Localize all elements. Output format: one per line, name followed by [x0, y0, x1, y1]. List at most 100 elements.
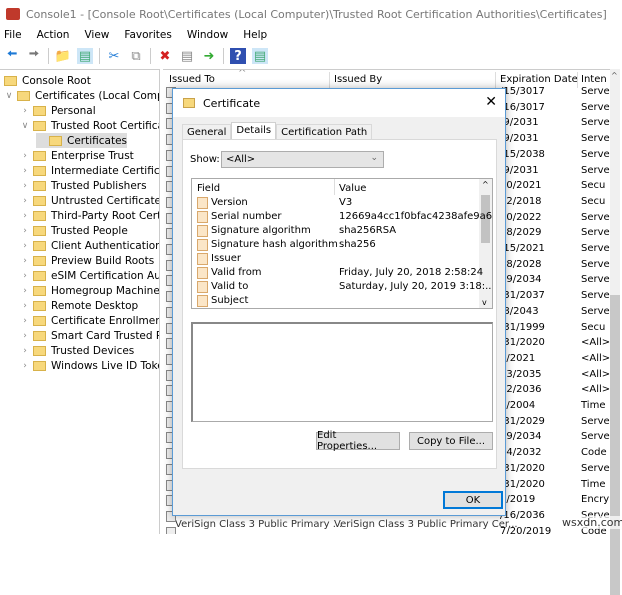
edit-properties-button[interactable]: Edit Properties...	[316, 430, 400, 452]
chevron-right-icon[interactable]: ›	[20, 196, 30, 206]
expiration-date-cell: /31/2037	[500, 290, 545, 302]
tree-item[interactable]: › Intermediate Certification Authorities	[20, 163, 159, 178]
tree-item[interactable]: › Personal	[20, 103, 95, 118]
field-row[interactable]: Valid from Friday, July 20, 2018 2:58:24	[197, 266, 483, 280]
tree-item[interactable]: › Untrusted Certificates	[20, 193, 159, 208]
tree-item[interactable]: Certificates	[36, 133, 128, 148]
tree-item[interactable]: ∨ Certificates (Local Computer)	[4, 88, 159, 103]
tree-item[interactable]: › Trusted Devices	[20, 343, 134, 358]
chevron-right-icon[interactable]: ›	[20, 256, 30, 266]
table-row[interactable]: 7/20/2019 Code	[163, 525, 610, 534]
chevron-right-icon[interactable]: ›	[20, 211, 30, 221]
chevron-right-icon[interactable]: ›	[20, 331, 30, 341]
field-value: sha256RSA	[339, 225, 397, 236]
tree-item[interactable]: › Client Authentication Issuers	[20, 238, 159, 253]
window-title: Console1 - [Console Root\Certificates (L…	[26, 7, 607, 21]
chevron-right-icon[interactable]: ›	[20, 166, 30, 176]
expiration-date-cell: /15/2021	[500, 243, 545, 254]
tree-item[interactable]: › Remote Desktop	[20, 298, 138, 313]
chevron-right-icon[interactable]: ›	[20, 316, 30, 326]
up-folder-icon[interactable]: 📁	[55, 48, 71, 64]
tree-item[interactable]: › Windows Live ID Token Issuer	[20, 358, 159, 373]
chevron-right-icon[interactable]: ›	[20, 226, 30, 236]
tree-item-label: Smart Card Trusted Roots	[51, 329, 159, 342]
field-column-header[interactable]: Field	[197, 183, 220, 194]
show-hide-tree-icon[interactable]: ▤	[77, 48, 93, 64]
intended-purposes-cell: Serve	[581, 305, 610, 317]
show-dropdown[interactable]: <All> ⌄	[221, 151, 384, 168]
column-intended-purposes[interactable]: Inten	[581, 74, 607, 85]
field-row[interactable]: Signature algorithm sha256RSA	[197, 224, 477, 238]
column-issued-by[interactable]: Issued By	[334, 74, 382, 85]
export-icon[interactable]: ➜	[201, 48, 217, 64]
chevron-right-icon[interactable]: ›	[20, 361, 30, 371]
folder-icon	[33, 300, 46, 311]
field-row[interactable]: Issuer	[197, 252, 477, 266]
field-row[interactable]: Version V3	[197, 196, 477, 210]
tree-item[interactable]: Console Root	[4, 73, 91, 88]
tree-item[interactable]: ∨ Trusted Root Certification Authorities	[20, 118, 159, 133]
chevron-down-icon[interactable]: ∨	[4, 91, 14, 101]
column-issued-to[interactable]: Issued To	[169, 74, 215, 85]
menu-file[interactable]: File	[4, 29, 22, 41]
chevron-down-icon[interactable]: ∨	[20, 121, 30, 131]
chevron-right-icon[interactable]: ›	[20, 271, 30, 281]
chevron-right-icon[interactable]: ›	[20, 106, 30, 116]
column-expiration-date[interactable]: Expiration Date	[500, 74, 578, 85]
tree-item[interactable]: › Third-Party Root Certification Authorit…	[20, 208, 159, 223]
chevron-right-icon[interactable]: ›	[20, 346, 30, 356]
expiration-date-cell: 20/2022	[500, 211, 542, 223]
tree-item[interactable]: › Trusted People	[20, 223, 128, 238]
tree-item-label: Remote Desktop	[51, 299, 139, 312]
toolbar-separator	[150, 48, 151, 64]
tree-item[interactable]: › Enterprise Trust	[20, 148, 134, 163]
show-label: Show:	[190, 154, 220, 165]
menu-view[interactable]: View	[84, 29, 109, 41]
cut-icon[interactable]: ✂	[106, 48, 122, 64]
field-detail-box[interactable]	[191, 322, 493, 422]
menu-window[interactable]: Window	[187, 29, 228, 41]
tab-details[interactable]: Details	[231, 122, 277, 139]
value-column-header[interactable]: Value	[339, 183, 366, 194]
folder-icon	[33, 105, 46, 116]
tree-item-label: Preview Build Roots	[51, 254, 155, 267]
tree-item[interactable]: › Preview Build Roots	[20, 253, 154, 268]
intended-purposes-cell: Serve	[581, 133, 610, 145]
tree-item[interactable]: › Homegroup Machine Certificates	[20, 283, 159, 298]
tree-item[interactable]: › Certificate Enrollment Requests	[20, 313, 159, 328]
forward-arrow-icon[interactable]: 🠪	[26, 47, 42, 64]
list-scrollbar[interactable]: ^	[610, 69, 620, 595]
scroll-up-icon[interactable]: ^	[611, 71, 618, 80]
chevron-right-icon[interactable]: ›	[20, 151, 30, 161]
menu-action[interactable]: Action	[37, 29, 70, 41]
close-icon[interactable]: ✕	[485, 94, 497, 110]
properties-icon[interactable]: ▤	[179, 48, 195, 64]
tab-general[interactable]: General	[182, 124, 232, 139]
folder-icon	[33, 195, 46, 206]
tree-item[interactable]: › eSIM Certification Authorities	[20, 268, 159, 283]
field-row[interactable]: Subject	[197, 294, 477, 308]
field-row[interactable]: Serial number 12669a4cc1f0bfac4238afe9a6.…	[197, 210, 492, 224]
help-icon[interactable]: ?	[230, 48, 246, 64]
delete-icon[interactable]: ✖	[157, 48, 173, 64]
copy-to-file-button[interactable]: Copy to File...	[409, 432, 493, 450]
field-row[interactable]: Signature hash algorithm sha256	[197, 238, 477, 252]
chevron-right-icon[interactable]: ›	[20, 301, 30, 311]
back-arrow-icon[interactable]: 🠨	[4, 47, 20, 64]
ok-button[interactable]: OK	[443, 491, 503, 509]
tab-certification-path[interactable]: Certification Path	[276, 124, 373, 139]
show-action-pane-icon[interactable]: ▤	[252, 48, 268, 64]
scrollbar-thumb[interactable]	[610, 295, 620, 595]
tree-item[interactable]: › Trusted Publishers	[20, 178, 146, 193]
chevron-right-icon[interactable]: ›	[20, 286, 30, 296]
menu-help[interactable]: Help	[243, 29, 267, 41]
expiration-date-cell: 23/2035	[500, 368, 542, 380]
menu-favorites[interactable]: Favorites	[124, 29, 171, 41]
tree-item[interactable]: › Smart Card Trusted Roots	[20, 328, 159, 343]
scroll-up-icon[interactable]: ^	[482, 180, 489, 189]
chevron-right-icon[interactable]: ›	[20, 241, 30, 251]
copy-icon[interactable]: ⧉	[128, 48, 144, 64]
field-row[interactable]: Valid to Saturday, July 20, 2019 3:18:...	[197, 280, 492, 294]
chevron-right-icon[interactable]: ›	[20, 181, 30, 191]
scroll-down-icon[interactable]: v	[482, 298, 487, 307]
